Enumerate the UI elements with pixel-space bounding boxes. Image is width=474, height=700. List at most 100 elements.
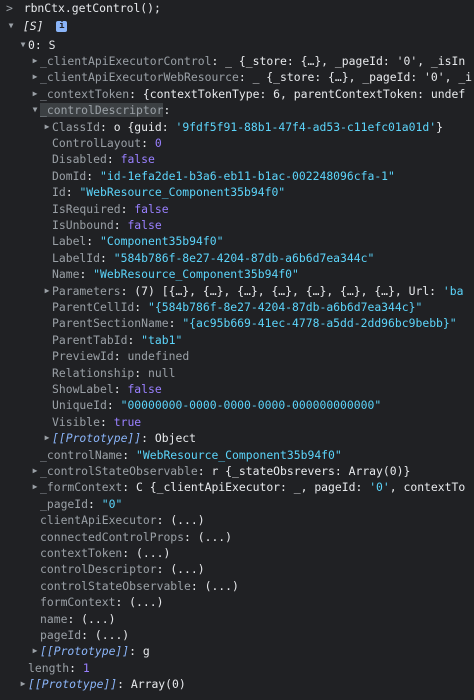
property-value: Array(0) [130,677,186,692]
property-key: Relationship [52,365,135,380]
tree-row: Id: "WebResource_Component35b94f0" [0,184,474,200]
tree-row: contextToken: (...) [0,545,474,561]
tree-row[interactable]: ▶ _clientApiExecutorWebResource: _ {_stor… [0,69,474,85]
property-value: (...) [204,578,239,593]
tree-row[interactable]: ▶ _formContext: C {_clientApiExecutor: _,… [0,479,474,495]
expand-right-icon[interactable]: ▶ [42,283,52,299]
property-key: controlStateObservable [40,578,191,593]
property-value: '9fdf5f91-88b1-47f4-ad53-c11efc01a01d' [175,119,437,134]
tree-row: IsRequired: false [0,201,474,217]
property-key: formContext [40,595,116,610]
property-key: contextToken [40,545,123,560]
property-value: false [127,381,162,396]
property-separator: : [69,660,83,675]
property-separator: : [113,217,128,232]
property-key: ParentCellId [52,299,135,314]
tree-row[interactable]: ▶ ClassId: o {guid: '9fdf5f91-88b1-47f4-a… [0,119,474,135]
property-separator: : [86,234,101,249]
property-key: LabelId [52,250,101,265]
property-value: "tab1" [141,332,183,347]
tree-row[interactable]: ▶ [[Prototype]]: g [0,643,474,659]
property-value: "00000000-0000-0000-0000-000000000000" [120,398,382,413]
tree-row: ControlLayout: 0 [0,135,474,151]
property-separator: : [106,398,121,413]
property-value: r {_stateObsrevers: Array(0)} [211,463,411,478]
expand-down-icon[interactable]: ▼ [6,18,16,34]
property-value: C {_clientApiExecutor: _, pageId: [136,480,370,495]
expand-right-icon[interactable]: ▶ [30,643,40,659]
property-separator: : [88,496,102,511]
tree-row: IsUnbound: false [0,217,474,233]
property-key: Parameters [52,283,121,298]
expand-right-icon[interactable]: ▶ [30,463,40,479]
property-key: _formContext [40,480,123,495]
property-value: (...) [129,595,164,610]
property-key: Name [52,267,80,282]
expand-down-icon[interactable]: ▼ [30,102,40,118]
property-value: S [48,37,56,52]
property-key: 0 [28,37,35,52]
property-separator: : [156,513,171,528]
property-key: ParentTabId [52,332,128,347]
property-key: _controlStateObservable [40,463,198,478]
property-separator: : [120,201,135,216]
property-separator: : [163,103,171,118]
result-header[interactable]: ▼ [S] i [0,18,474,34]
property-key: [[Prototype]] [28,677,118,692]
property-key: length [28,660,70,675]
tree-row[interactable]: ▶ [[Prototype]]: Object [0,430,474,446]
expand-right-icon[interactable]: ▶ [42,119,52,135]
property-key: ClassId [52,119,101,134]
expand-down-icon[interactable]: ▼ [18,37,28,53]
tree-row[interactable]: ▶ _contextToken: {contextTokenType: 6, pa… [0,86,474,102]
tree-row[interactable]: ▶ _clientApiExecutorControl: _ {_store: {… [0,53,474,69]
property-separator: : [141,135,155,150]
property-key: IsUnbound [52,217,114,232]
expand-right-icon[interactable]: ▶ [30,479,40,495]
tree-row: formContext: (...) [0,594,474,610]
result-preview: [S] [22,19,44,33]
console-command: rbnCtx.getControl(); [23,1,161,15]
tree-row: Disabled: false [0,151,474,167]
property-value: Object [154,431,197,446]
tree-row[interactable]: ▶ [[Prototype]]: Array(0) [0,676,474,692]
property-separator: : [86,168,101,183]
expand-right-icon[interactable]: ▶ [30,53,40,69]
property-separator: : [238,70,253,85]
property-key: ControlLayout [52,135,142,150]
expand-right-icon[interactable]: ▶ [18,676,28,692]
property-key: pageId [40,627,82,642]
property-value: '0' [369,480,390,495]
tree-row: Name: "WebResource_Component35b94f0" [0,266,474,282]
console-input-line[interactable]: > rbnCtx.getControl(); [0,0,474,16]
property-key: Visible [52,414,101,429]
property-separator: : [156,562,171,577]
tree-row: ParentCellId: "{584b786f-8e27-4204-87db-… [0,299,474,315]
property-value: "{ac95b669-41ec-4778-a5dd-2dd96bc9bebb}" [182,316,457,331]
tree-row[interactable]: ▼ 0: S [0,37,474,53]
property-separator: : [134,299,149,314]
tree-row: LabelId: "584b786f-8e27-4204-87db-a6b6d7… [0,250,474,266]
property-value: "WebResource_Component35b94f0" [93,267,299,282]
tree-row[interactable]: ▶ _controlStateObservable: r {_stateObsre… [0,463,474,479]
tree-row: name: (...) [0,611,474,627]
expand-right-icon[interactable]: ▶ [30,69,40,85]
tree-row: ParentTabId: "tab1" [0,332,474,348]
property-separator: : [100,119,114,134]
property-value: "0" [101,496,123,511]
expand-right-icon[interactable]: ▶ [30,86,40,102]
expand-right-icon[interactable]: ▶ [42,430,52,446]
tree-row[interactable]: ▶ Parameters: (7) [{…}, {…}, {…}, {…}, {…… [0,283,474,299]
property-separator: : [129,644,143,659]
tree-row: length: 1 [0,660,474,676]
tree-row: pageId: (...) [0,627,474,643]
info-icon[interactable]: i [56,21,68,32]
property-separator: : [100,250,114,265]
property-separator: : [117,677,131,692]
property-value: (...) [81,611,116,626]
property-key: Label [52,234,87,249]
tree-row[interactable]: ▼ _controlDescriptor: [0,102,474,118]
tree-row: PreviewId: undefined [0,348,474,364]
property-key: IsRequired [52,201,121,216]
property-key: ParentSectionName [52,316,169,331]
